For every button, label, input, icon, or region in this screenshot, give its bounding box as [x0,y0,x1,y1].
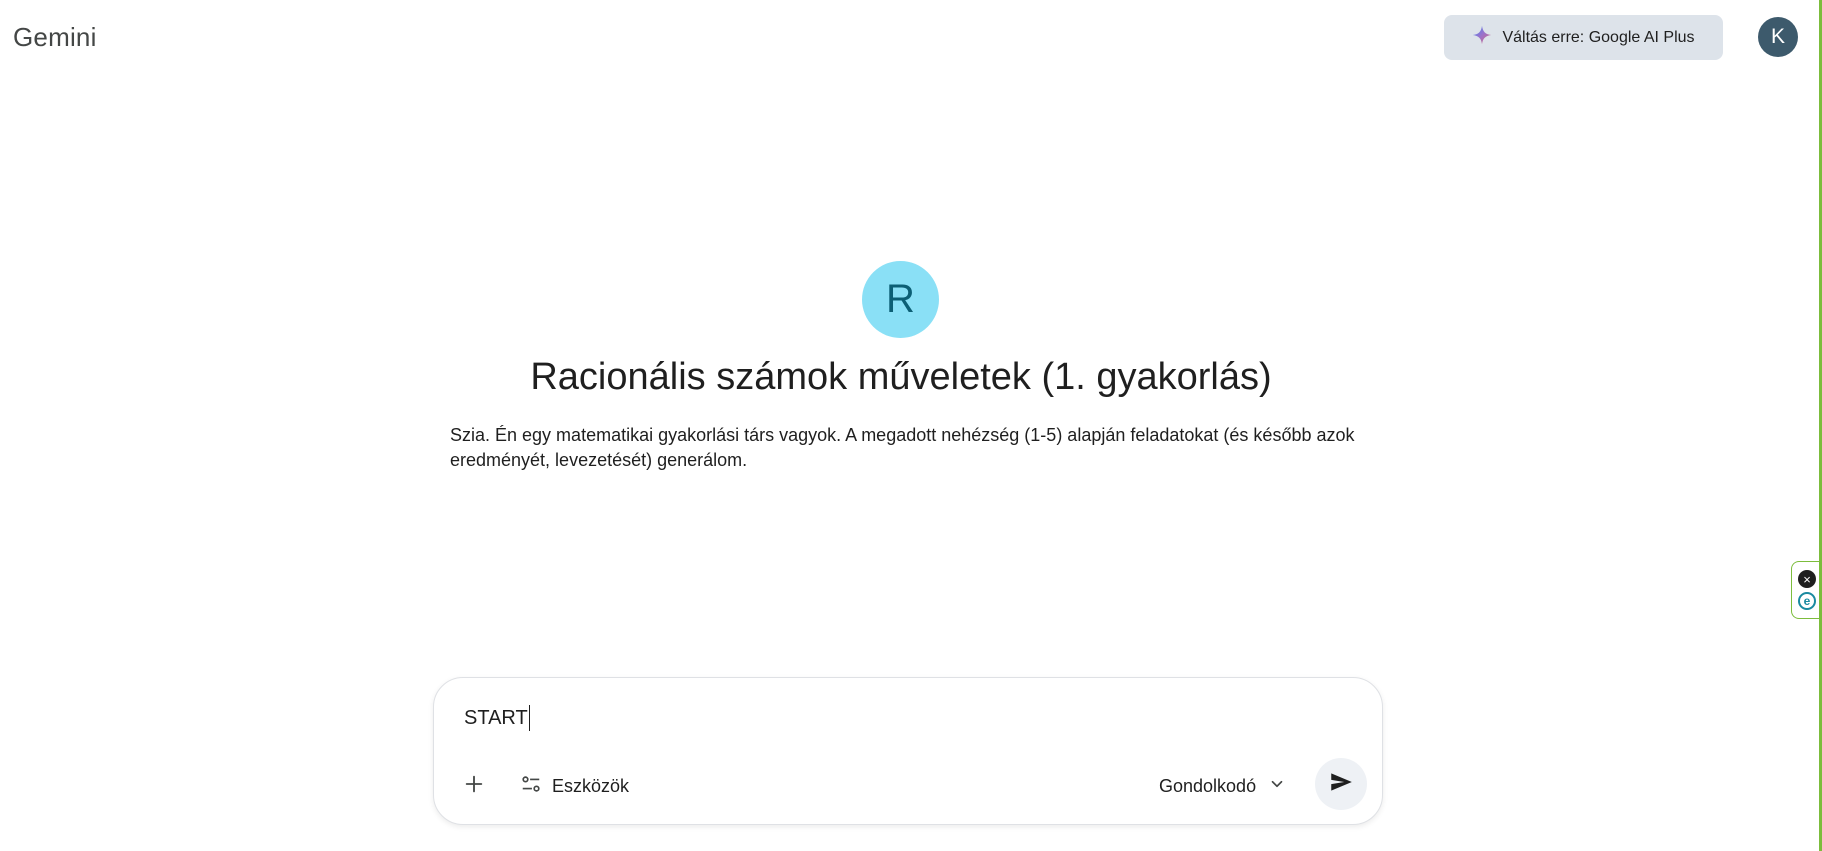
prompt-composer: START Eszközök Gondolkodó [433,677,1383,825]
sliders-icon [520,773,542,800]
app-name[interactable]: Gemini [13,22,97,53]
send-icon [1328,769,1354,800]
user-avatar[interactable]: K [1758,17,1798,57]
upgrade-label: Váltás erre: Google AI Plus [1502,28,1695,46]
mode-label: Gondolkodó [1159,775,1257,796]
extension-widget: × e [1791,561,1822,619]
prompt-input-value: START [464,706,528,729]
plus-icon [463,773,485,800]
tools-label: Eszközök [552,775,630,796]
mode-selector[interactable]: Gondolkodó [1159,770,1286,802]
prompt-input[interactable]: START [464,705,531,731]
text-caret [528,705,531,731]
tools-button[interactable]: Eszközök [520,770,629,802]
send-button[interactable] [1315,758,1367,810]
sparkle-icon [1472,25,1492,50]
extension-icon[interactable]: e [1798,592,1816,610]
upgrade-button[interactable]: Váltás erre: Google AI Plus [1444,15,1723,60]
gem-description: Szia. Én egy matematikai gyakorlási társ… [450,425,1355,470]
add-attachment-button[interactable] [456,768,492,804]
chevron-down-icon [1268,775,1286,798]
gem-avatar: R [862,261,939,338]
gem-title: Racionális számok műveletek (1. gyakorlá… [530,356,1272,398]
close-icon[interactable]: × [1798,570,1816,588]
